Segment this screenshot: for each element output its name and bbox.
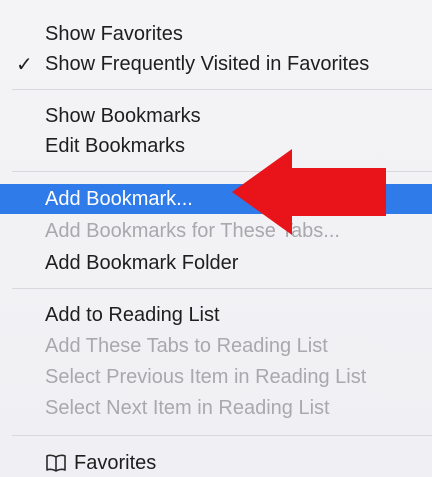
checkmark-icon: ✓	[16, 52, 33, 76]
menu-separator	[12, 288, 432, 289]
bookmarks-menu: Show Favorites ✓ Show Frequently Visited…	[0, 0, 432, 477]
menu-item-show-bookmarks[interactable]: Show Bookmarks	[0, 101, 432, 131]
menu-separator	[12, 89, 432, 90]
menu-item-select-next-reading-list: Select Next Item in Reading List	[45, 397, 330, 419]
book-icon	[46, 454, 66, 472]
menu-separator	[12, 435, 432, 436]
menu-item-add-bookmark-folder[interactable]: Add Bookmark Folder	[0, 248, 432, 278]
menu-item-add-tabs-to-reading-list: Add These Tabs to Reading List	[45, 335, 328, 357]
menu-item-show-favorites[interactable]: Show Favorites	[0, 19, 432, 49]
menu-item-favorites[interactable]: Favorites	[0, 448, 432, 477]
menu-item-show-frequently-visited[interactable]: ✓ Show Frequently Visited in Favorites	[0, 49, 432, 79]
menu-item-select-previous-reading-list: Select Previous Item in Reading List	[45, 366, 367, 388]
red-arrow-annotation	[232, 149, 386, 235]
menu-item-add-to-reading-list[interactable]: Add to Reading List	[0, 300, 432, 330]
